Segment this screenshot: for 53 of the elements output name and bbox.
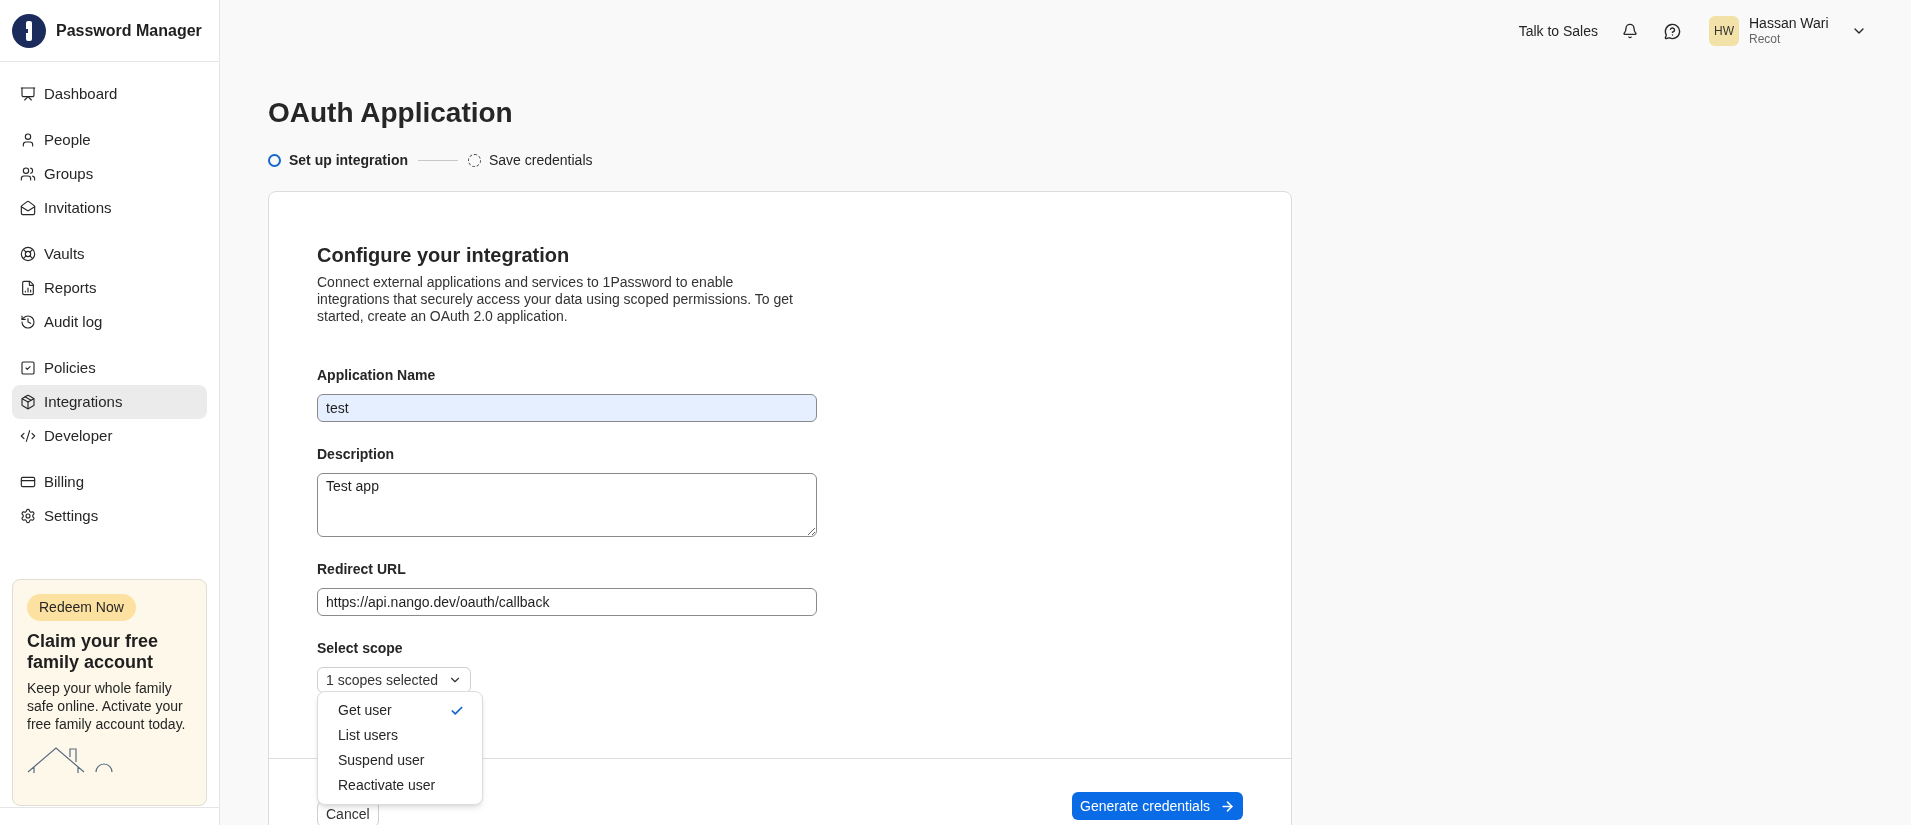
scope-option[interactable]: List users	[318, 723, 482, 748]
scope-option[interactable]: Get user	[318, 698, 482, 723]
page-title: OAuth Application	[268, 96, 514, 130]
user-avatar[interactable]: HW	[1709, 16, 1739, 46]
section-description: Connect external applications and services to 1Password to enable integrations that securely access your data using scoped permissions. To get started, create an OAuth 2.0 application.	[317, 274, 793, 325]
talk-to-sales-link[interactable]: Talk to Sales	[1518, 20, 1598, 42]
input-field[interactable]: test	[317, 394, 817, 422]
description-field[interactable]: Test app	[317, 473, 817, 537]
settings-icon	[20, 508, 36, 524]
lifebuoy-icon	[20, 246, 36, 262]
input-field[interactable]: https://api.nango.dev/oauth/callback	[317, 588, 817, 616]
nav-item[interactable]: Billing	[12, 465, 207, 499]
section-heading: Configure your integration	[317, 243, 571, 268]
nav-item[interactable]: Developer	[12, 419, 207, 453]
keyhole-logo-icon	[12, 13, 46, 48]
nav-item[interactable]: People	[12, 123, 207, 157]
generate-credentials-button[interactable]: Generate credentials	[1072, 792, 1243, 820]
redeem-badge: Redeem Now	[27, 594, 136, 621]
field-label: Application Name	[317, 366, 437, 385]
nav-item[interactable]: Integrations	[12, 385, 207, 419]
nav-item[interactable]: Settings	[12, 499, 207, 533]
nav-item[interactable]: Reports	[12, 271, 207, 305]
step-label: Set up integration	[289, 151, 408, 170]
nav-item[interactable]: Dashboard	[12, 77, 207, 111]
scope-dropdown[interactable]: 1 scopes selected	[317, 667, 472, 693]
promo-text: Keep your whole family safe online. Activate your free family account today.	[27, 679, 187, 733]
code-icon	[20, 428, 36, 444]
promo-title: Claim your free family account	[27, 631, 160, 673]
report-icon	[20, 280, 36, 296]
people-icon	[20, 166, 36, 182]
field-label: Redirect URL	[317, 560, 407, 579]
user-name: Hassan Wari	[1749, 15, 1830, 32]
scope-option[interactable]: Reactivate user	[318, 773, 482, 798]
app-name: Password Manager	[56, 20, 202, 41]
person-icon	[20, 132, 36, 148]
nav-item[interactable]: Groups	[12, 157, 207, 191]
nav-item[interactable]: Policies	[12, 351, 207, 385]
arrow-right-icon	[1220, 798, 1235, 814]
history-icon	[20, 314, 36, 330]
envelope-icon	[20, 200, 36, 216]
package-icon	[20, 394, 36, 410]
nav-item[interactable]: Audit log	[12, 305, 207, 339]
notifications-button[interactable]	[1620, 21, 1640, 41]
nav-item[interactable]: Invitations	[12, 191, 207, 225]
scope-option[interactable]: Suspend user	[318, 748, 482, 773]
credit-card-icon	[20, 474, 36, 490]
org-name: Recot	[1749, 32, 1782, 47]
dashboard-icon	[20, 86, 36, 102]
field-label: Select scope	[317, 639, 404, 658]
checkbox-icon	[20, 360, 36, 376]
nav-item[interactable]: Vaults	[12, 237, 207, 271]
field-label: Description	[317, 445, 395, 464]
step-label: Save credentials	[489, 151, 593, 170]
